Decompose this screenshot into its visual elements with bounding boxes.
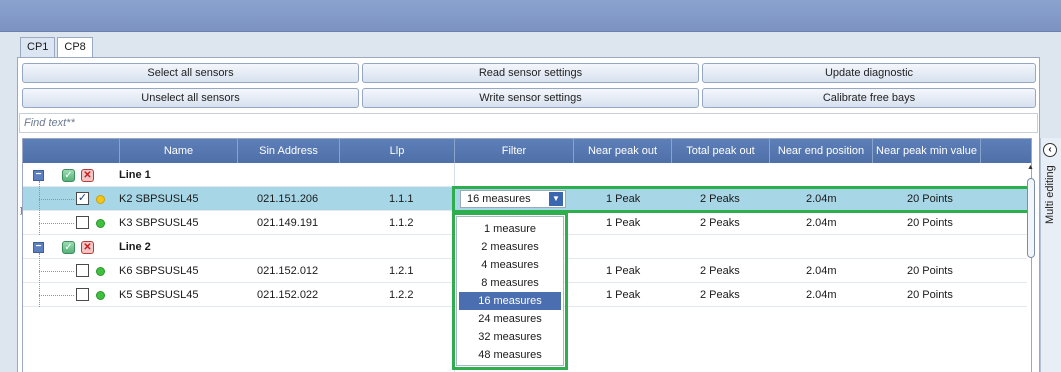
button-row-2: Unselect all sensors Write sensor settin… — [22, 88, 1038, 108]
column-header-name[interactable]: Name — [119, 139, 237, 163]
row-checkbox[interactable] — [76, 216, 89, 229]
column-header-near-end-position[interactable]: Near end position — [769, 139, 872, 163]
cell-sin-address: 021.152.012 — [257, 265, 319, 277]
cell-near-peak-out: 1 Peak — [606, 265, 641, 277]
grid-scrollbar-thumb[interactable] — [1027, 178, 1035, 258]
grid-header: Name Sin Address Llp Filter Near peak ou… — [23, 139, 1031, 163]
multi-editing-label[interactable]: Multi editing — [1044, 160, 1058, 230]
selected-row-highlight — [452, 186, 1030, 213]
cell-llp: 1.1.2 — [389, 217, 414, 229]
cell-total-peak-out: 2 Peaks — [700, 289, 740, 301]
row-checkbox[interactable] — [76, 264, 89, 277]
status-green-icon — [96, 219, 105, 228]
tree-connector — [39, 271, 74, 272]
cell-name: K3 SBPSUSL45 — [119, 217, 199, 229]
column-header-spacer — [980, 139, 996, 163]
column-header-sin-address[interactable]: Sin Address — [237, 139, 339, 163]
row-indicator-icon: ] — [20, 206, 23, 215]
group-label: Line 1 — [119, 169, 151, 181]
window-title-bar — [0, 0, 1061, 32]
cell-near-peak-min-value: 20 Points — [907, 265, 953, 277]
column-header-near-peak-min-value[interactable]: Near peak min value — [872, 139, 980, 163]
collapse-icon[interactable]: − — [33, 170, 44, 181]
chevron-left-icon[interactable]: ‹ — [1043, 143, 1057, 157]
update-diagnostic-button[interactable]: Update diagnostic — [702, 63, 1036, 83]
button-row-1: Select all sensors Read sensor settings … — [22, 63, 1038, 83]
cell-near-peak-out: 1 Peak — [606, 289, 641, 301]
group-check-icon[interactable]: ✓ — [62, 241, 75, 254]
cell-near-end-position: 2.04m — [806, 289, 837, 301]
tree-connector — [39, 223, 74, 224]
row-checkbox[interactable] — [76, 288, 89, 301]
group-check-icon[interactable]: ✓ — [62, 169, 75, 182]
find-text-input[interactable]: Find text** — [19, 113, 1038, 133]
cell-near-end-position: 2.04m — [806, 265, 837, 277]
group-label: Line 2 — [119, 241, 151, 253]
tree-connector — [39, 199, 74, 200]
tree-connector — [39, 253, 40, 307]
scroll-up-icon[interactable]: ▲ — [1027, 164, 1034, 171]
dropdown-highlight — [452, 212, 568, 370]
collapse-icon[interactable]: − — [33, 242, 44, 253]
tree-connector — [39, 295, 74, 296]
select-all-sensors-button[interactable]: Select all sensors — [22, 63, 359, 83]
column-header-total-peak-out[interactable]: Total peak out — [671, 139, 769, 163]
tab-cp8[interactable]: CP8 — [57, 37, 93, 59]
cell-llp: 1.2.2 — [389, 289, 414, 301]
column-header-near-peak-out[interactable]: Near peak out — [573, 139, 671, 163]
cell-near-peak-min-value: 20 Points — [907, 217, 953, 229]
write-sensor-settings-button[interactable]: Write sensor settings — [362, 88, 699, 108]
tree-connector — [39, 181, 40, 235]
cell-sin-address: 021.152.022 — [257, 289, 319, 301]
calibrate-free-bays-button[interactable]: Calibrate free bays — [702, 88, 1036, 108]
cell-name: K6 SBPSUSL45 — [119, 265, 199, 277]
status-green-icon — [96, 267, 105, 276]
row-checkbox[interactable]: ✓ — [76, 192, 89, 205]
cell-total-peak-out: 2 Peaks — [700, 217, 740, 229]
unselect-all-sensors-button[interactable]: Unselect all sensors — [22, 88, 359, 108]
group-uncheck-icon[interactable]: ✕ — [81, 241, 94, 254]
group-uncheck-icon[interactable]: ✕ — [81, 169, 94, 182]
column-header-filter[interactable]: Filter — [454, 139, 573, 163]
column-header-llp[interactable]: Llp — [339, 139, 454, 163]
cell-near-peak-min-value: 20 Points — [907, 289, 953, 301]
read-sensor-settings-button[interactable]: Read sensor settings — [362, 63, 699, 83]
status-green-icon — [96, 291, 105, 300]
tab-strip: CP1 CP8 — [20, 37, 95, 59]
cell-llp: 1.2.1 — [389, 265, 414, 277]
cell-near-end-position: 2.04m — [806, 217, 837, 229]
cell-name: K2 SBPSUSL45 — [119, 193, 199, 205]
cell-total-peak-out: 2 Peaks — [700, 265, 740, 277]
status-yellow-icon — [96, 195, 105, 204]
cell-name: K5 SBPSUSL45 — [119, 289, 199, 301]
group-row-line-1[interactable]: − ✓ ✕ Line 1 — [23, 163, 1027, 187]
cell-near-peak-out: 1 Peak — [606, 217, 641, 229]
cell-sin-address: 021.151.206 — [257, 193, 319, 205]
cell-sin-address: 021.149.191 — [257, 217, 319, 229]
tab-cp1[interactable]: CP1 — [20, 37, 56, 58]
cell-llp: 1.1.1 — [389, 193, 414, 205]
